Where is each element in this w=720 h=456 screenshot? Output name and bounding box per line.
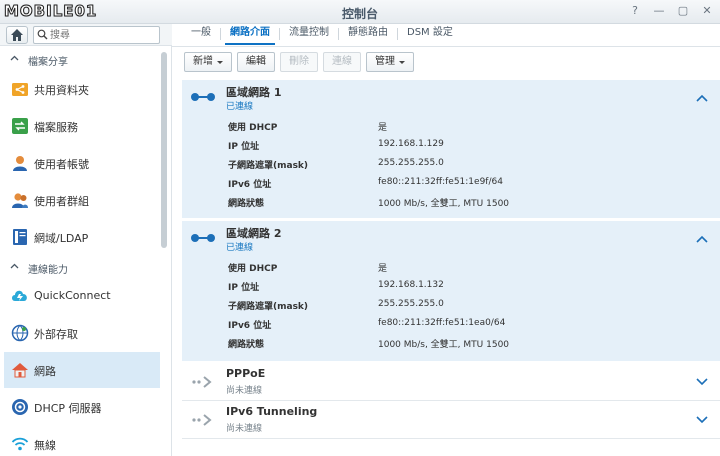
detail-row: IPv6 位址 fe80::211:32ff:fe51:1e9f/64 — [228, 177, 503, 190]
detail-row: IPv6 位址 fe80::211:32ff:fe51:1ea0/64 — [228, 318, 506, 331]
search-input[interactable] — [50, 28, 150, 42]
interface-status: 尚未連線 — [226, 386, 263, 396]
create-button[interactable]: 新增 — [184, 52, 232, 72]
interface-panel-lan2[interactable]: 區域網路 2 已連線 使用 DHCP 是 IP 位址 192.168.1.132 子… — [182, 221, 720, 361]
interface-panel-pppoe[interactable]: PPPoE 尚未連線 — [182, 364, 720, 400]
main-content: 一般 網路介面 流量控制 靜態路由 DSM 設定 新增 編輯 刪除 連線 管理 … — [172, 24, 720, 456]
sidebar-item-label: 檔案服務 — [34, 121, 78, 134]
search-box[interactable] — [33, 26, 160, 44]
chevron-down-icon[interactable] — [696, 416, 708, 424]
sidebar-item-label: 使用者帳號 — [34, 158, 89, 171]
network-icon — [12, 363, 28, 378]
interface-name: 區域網路 1 — [226, 86, 282, 99]
tab-traffic-control[interactable]: 流量控制 — [280, 24, 338, 46]
sidebar-item-label: DHCP 伺服器 — [34, 402, 102, 415]
tab-general[interactable]: 一般 — [182, 24, 220, 46]
connected-interface-icon — [191, 234, 215, 242]
detail-row: 網路狀態 1000 Mb/s, 全雙工, MTU 1500 — [228, 340, 510, 350]
sidebar-item-label: 使用者群組 — [34, 195, 89, 208]
dhcp-server-icon — [12, 399, 28, 415]
quickconnect-icon — [12, 290, 27, 301]
file-services-icon — [12, 118, 28, 134]
sidebar: 檔案分享 共用資料夾 檔案服務 使用者帳號 使用者群組 網域/LDAP 連線能力… — [0, 24, 172, 456]
help-button[interactable]: ? — [628, 4, 642, 18]
sidebar-item-label: 無線 — [34, 439, 56, 452]
section-file-sharing[interactable]: 檔案分享 — [0, 49, 160, 69]
domain-ldap-icon — [13, 229, 27, 245]
sidebar-scrollbar[interactable] — [161, 52, 167, 248]
tab-dsm-settings[interactable]: DSM 設定 — [398, 24, 462, 46]
detail-row: 子網路遮罩(mask) 255.255.255.0 — [228, 299, 444, 312]
disconnected-interface-icon — [192, 414, 212, 426]
chevron-up-icon — [10, 263, 19, 269]
interface-name: IPv6 Tunneling — [226, 405, 318, 418]
close-button[interactable]: ✕ — [700, 4, 714, 18]
sidebar-item-user[interactable]: 使用者帳號 — [4, 145, 160, 181]
disconnected-interface-icon — [192, 376, 212, 388]
sidebar-item-dhcp-server[interactable]: DHCP 伺服器 — [4, 389, 160, 425]
interface-status: 尚未連線 — [226, 424, 263, 434]
window-title: 控制台 — [341, 7, 378, 21]
user-icon — [13, 156, 27, 171]
manage-button[interactable]: 管理 — [366, 52, 414, 72]
interface-panel-ipv6-tunneling[interactable]: IPv6 Tunneling 尚未連線 — [182, 402, 720, 438]
chevron-up-icon — [10, 55, 19, 61]
maximize-button[interactable]: ▢ — [676, 4, 690, 18]
interface-name: 區域網路 2 — [226, 227, 282, 240]
sidebar-item-label: 外部存取 — [34, 328, 78, 341]
detail-row: 網路狀態 1000 Mb/s, 全雙工, MTU 1500 — [228, 199, 510, 209]
interface-panel-lan1[interactable]: 區域網路 1 已連線 使用 DHCP 是 IP 位址 192.168.1.129 子… — [182, 80, 720, 218]
wireless-icon — [11, 437, 29, 451]
edit-button[interactable]: 編輯 — [237, 52, 275, 72]
chevron-down-icon[interactable] — [696, 378, 708, 386]
caret-down-icon — [217, 60, 223, 64]
sidebar-item-domain-ldap[interactable]: 網域/LDAP — [4, 219, 160, 255]
interface-name: PPPoE — [226, 367, 266, 380]
shared-folder-icon — [12, 83, 28, 96]
home-button[interactable] — [6, 26, 28, 44]
sidebar-item-wireless[interactable]: 無線 — [4, 426, 160, 456]
delete-button[interactable]: 刪除 — [280, 52, 318, 72]
sidebar-item-label: 網路 — [34, 365, 56, 378]
section-label: 連線能力 — [28, 265, 68, 276]
user-group-icon — [12, 193, 28, 208]
external-access-icon — [11, 324, 29, 342]
sidebar-item-network[interactable]: 網路 — [4, 352, 160, 388]
section-label: 檔案分享 — [28, 57, 68, 68]
section-connectivity[interactable]: 連線能力 — [0, 257, 160, 277]
chevron-up-icon[interactable] — [696, 235, 708, 243]
sidebar-item-external-access[interactable]: 外部存取 — [4, 315, 160, 351]
sidebar-item-file-services[interactable]: 檔案服務 — [4, 108, 160, 144]
chevron-up-icon[interactable] — [696, 94, 708, 102]
tab-bar: 一般 網路介面 流量控制 靜態路由 DSM 設定 — [182, 24, 462, 46]
sidebar-item-label: 共用資料夾 — [34, 84, 89, 97]
connected-interface-icon — [191, 93, 215, 101]
sidebar-item-user-group[interactable]: 使用者群組 — [4, 182, 160, 218]
caret-down-icon — [399, 60, 405, 64]
sidebar-item-shared-folder[interactable]: 共用資料夾 — [4, 71, 160, 107]
interface-status: 已連線 — [226, 243, 254, 253]
sidebar-item-label: 網域/LDAP — [34, 232, 89, 245]
minimize-button[interactable]: — — [652, 4, 666, 18]
detail-row: IP 位址 192.168.1.129 — [228, 139, 444, 152]
detail-row: 子網路遮罩(mask) 255.255.255.0 — [228, 158, 444, 171]
connect-button[interactable]: 連線 — [323, 52, 361, 72]
toolbar: 新增 編輯 刪除 連線 管理 — [184, 52, 414, 72]
search-icon — [37, 29, 48, 40]
tab-network-interface[interactable]: 網路介面 — [221, 24, 279, 46]
detail-row: IP 位址 192.168.1.132 — [228, 280, 444, 293]
title-bar: MOBILE01 控制台 ? — ▢ ✕ — [0, 0, 720, 24]
home-icon — [11, 29, 23, 41]
sidebar-item-label: QuickConnect — [34, 289, 111, 302]
sidebar-item-quickconnect[interactable]: QuickConnect — [4, 278, 160, 314]
detail-row: 使用 DHCP 是 — [228, 264, 388, 274]
tab-static-route[interactable]: 靜態路由 — [339, 24, 397, 46]
interface-status: 已連線 — [226, 102, 254, 112]
detail-row: 使用 DHCP 是 — [228, 123, 388, 133]
